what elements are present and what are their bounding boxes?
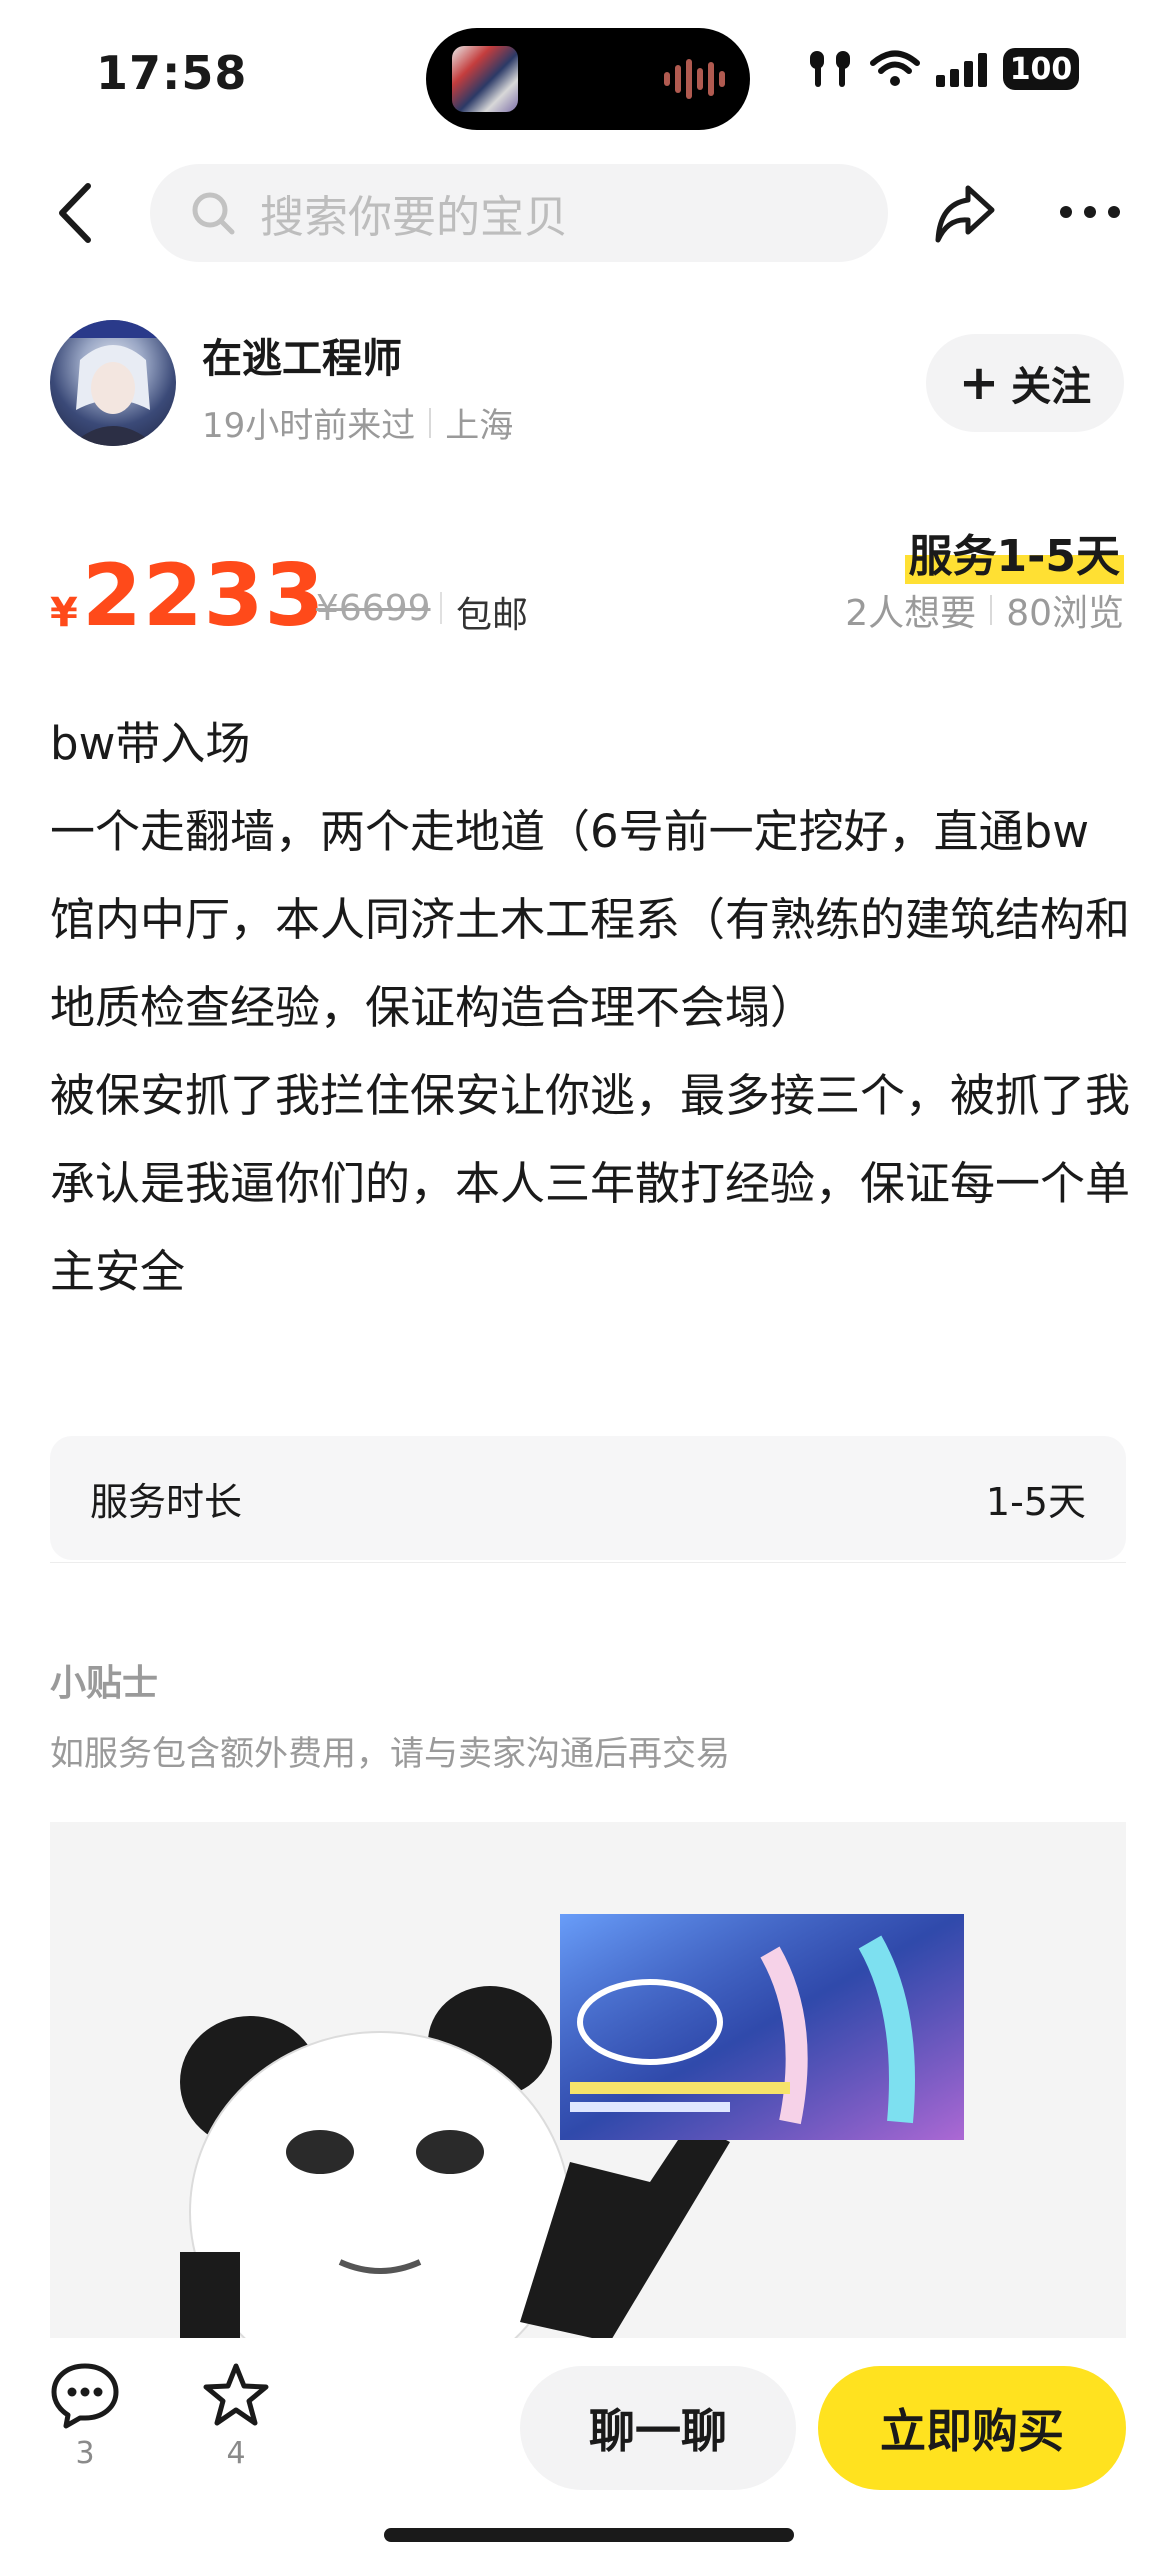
wants-count: 2人想要 [845, 593, 977, 634]
duration-value: 1-5天 [985, 1479, 1086, 1524]
comments-count: 3 [75, 2436, 95, 2471]
chat-button[interactable]: 聊一聊 [520, 2366, 796, 2490]
now-playing-artwork [452, 46, 518, 112]
search-input[interactable]: 搜索你要的宝贝 [150, 164, 888, 262]
search-placeholder: 搜索你要的宝贝 [260, 192, 568, 243]
seller-name[interactable]: 在逃工程师 [202, 326, 402, 384]
product-image[interactable] [50, 1822, 1126, 2342]
service-period-tag: 服务1-5天 [904, 520, 1124, 584]
current-price: 2233 [82, 546, 326, 646]
favorites-count: 4 [226, 2436, 246, 2471]
tips-text: 如服务包含额外费用，请与卖家沟通后再交易 [50, 1734, 730, 1774]
battery-icon: 100 [1003, 48, 1079, 90]
follow-label: 关注 [1011, 364, 1092, 410]
views-count: 80浏览 [1006, 593, 1124, 634]
wifi-icon [870, 50, 920, 86]
search-icon [192, 192, 235, 235]
description-line: 一个走翻墙，两个走地道（6号前一定挖好，直通bw馆内中厅，本人同济土木工程系（有… [50, 805, 1131, 1034]
more-icon[interactable] [1060, 206, 1120, 218]
price-currency: ¥ [50, 590, 78, 636]
seller-avatar[interactable] [50, 320, 176, 446]
buy-now-button[interactable]: 立即购买 [818, 2366, 1126, 2490]
item-description: bw带入场 一个走翻墙，两个走地道（6号前一定挖好，直通bw馆内中厅，本人同济土… [50, 700, 1130, 1316]
cellular-signal-icon [936, 51, 987, 87]
divider [440, 592, 442, 624]
back-arrow-icon[interactable] [52, 178, 100, 248]
comments-button[interactable]: 3 [48, 2360, 122, 2471]
seller-last-seen: 19小时前来过 [202, 406, 416, 446]
airpods-icon [810, 51, 850, 87]
status-time: 17:58 [96, 46, 248, 100]
description-line: 被保安抓了我拦住保安让你逃，最多接三个，被抓了我承认是我逼你们的，本人三年散打经… [50, 1069, 1131, 1298]
item-stats: 2人想要 80浏览 [845, 584, 1124, 636]
seller-location: 上海 [445, 406, 514, 446]
tips-title: 小贴士 [50, 1663, 159, 1704]
comment-bubble-icon [51, 2363, 119, 2429]
duration-label: 服务时长 [90, 1479, 243, 1524]
seller-meta: 19小时前来过 上海 [202, 398, 513, 447]
star-icon [203, 2363, 269, 2426]
service-duration-card: 服务时长 1-5天 [50, 1436, 1126, 1560]
shipping-label: 包邮 [456, 595, 529, 636]
favorite-button[interactable]: 4 [200, 2360, 272, 2471]
follow-button[interactable]: + 关注 [926, 334, 1124, 432]
original-price: ¥6699 [316, 588, 431, 629]
divider [429, 407, 432, 438]
section-divider [50, 1562, 1126, 1563]
divider [990, 595, 993, 625]
description-line: bw带入场 [50, 717, 251, 770]
plus-icon: + [958, 355, 1000, 411]
audio-waveform-icon [664, 58, 725, 100]
home-indicator[interactable] [384, 2528, 794, 2542]
status-icons: 100 [806, 48, 1079, 90]
share-icon[interactable] [930, 178, 1000, 248]
